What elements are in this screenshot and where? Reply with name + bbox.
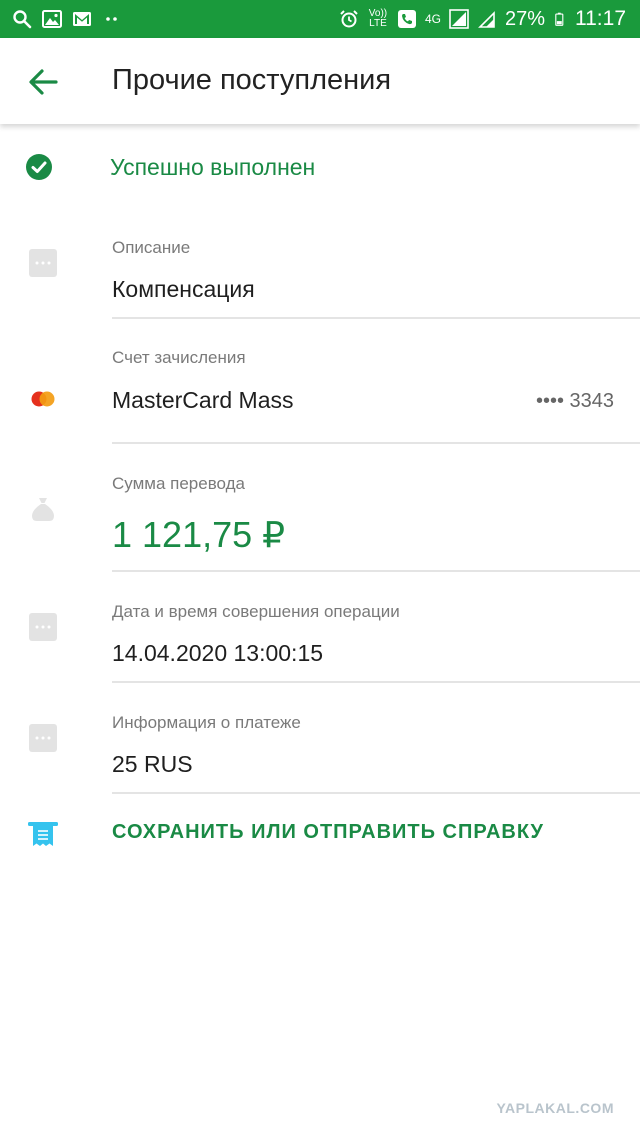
battery-percent: 27% [504, 7, 545, 30]
operation-status: Успешно выполнен [0, 140, 640, 196]
field-label: Информация о платеже [112, 713, 301, 732]
field-value: Компенсация [112, 276, 255, 302]
network-type: 4G [424, 12, 441, 26]
more-icon [29, 249, 57, 277]
field-value: 25 RUS [112, 751, 193, 777]
status-text: Успешно выполнен [110, 154, 316, 180]
field-label: Описание [112, 238, 191, 257]
field-value: 14.04.2020 13:00:15 [112, 640, 324, 666]
amount-value: 1 121,75 ₽ [112, 514, 286, 555]
gmail-icon [73, 12, 91, 26]
field-description: Описание Компенсация [0, 222, 640, 320]
watermark: YAPLAKAL.COM [496, 1100, 614, 1116]
signal-icon [449, 9, 469, 29]
status-bar-system: Vo)) LTE 4G 27% 11:17 [339, 0, 626, 38]
divider [112, 681, 640, 683]
save-or-send-receipt-button[interactable]: СОХРАНИТЬ ИЛИ ОТПРАВИТЬ СПРАВКУ [0, 812, 640, 856]
check-circle-icon [26, 154, 52, 180]
gallery-icon [42, 10, 62, 28]
divider [112, 317, 640, 319]
battery-icon [555, 12, 564, 26]
volte-indicator: Vo)) LTE [368, 8, 388, 29]
action-label: СОХРАНИТЬ ИЛИ ОТПРАВИТЬ СПРАВКУ [112, 821, 544, 843]
divider [112, 570, 640, 572]
more-icon [29, 724, 57, 752]
alarm-icon [340, 10, 358, 28]
field-label: Дата и время совершения операции [112, 602, 400, 621]
arrow-back-icon [29, 69, 58, 95]
money-bag-icon [32, 498, 54, 521]
search-icon [13, 10, 32, 29]
back-button[interactable] [22, 60, 66, 104]
status-bar-notifications [12, 0, 122, 38]
field-payment-info: Информация о платеже 25 RUS [0, 697, 640, 795]
clock: 11:17 [575, 7, 626, 30]
page-title: Прочие поступления [112, 64, 392, 96]
call-icon [397, 10, 416, 28]
field-value: MasterCard Mass [112, 387, 294, 413]
field-label: Сумма перевода [112, 474, 246, 493]
divider [112, 442, 640, 444]
app-bar: Прочие поступления [0, 38, 640, 124]
divider [112, 792, 640, 794]
signal-secondary-icon [478, 11, 495, 28]
more-notifications-icon [106, 17, 117, 21]
field-account: Счет зачисления MasterCard Mass •••• 334… [0, 332, 640, 446]
card-number-mask: •••• 3343 [535, 390, 614, 412]
field-amount: Сумма перевода 1 121,75 ₽ [0, 458, 640, 574]
mastercard-icon [31, 391, 55, 407]
field-datetime: Дата и время совершения операции 14.04.2… [0, 586, 640, 684]
status-bar: Vo)) LTE 4G 27% 11:17 [0, 0, 640, 38]
receipt-icon [28, 822, 58, 846]
more-icon [29, 613, 57, 641]
field-label: Счет зачисления [112, 348, 246, 367]
